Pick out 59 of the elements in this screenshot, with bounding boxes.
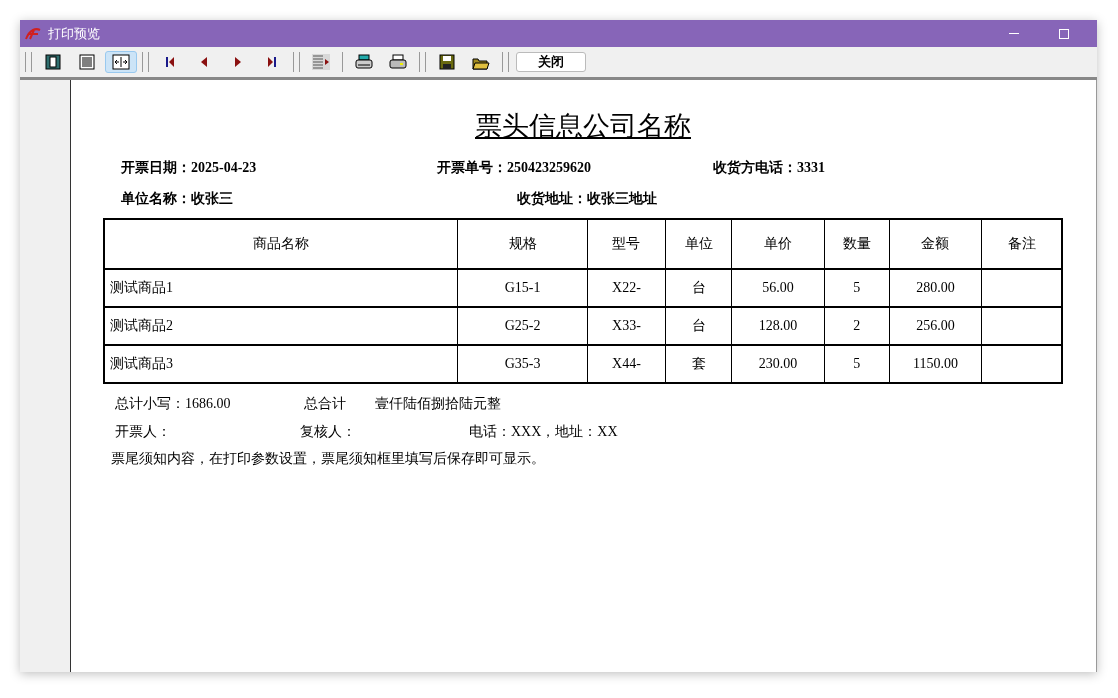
table-cell: 256.00 bbox=[889, 307, 982, 345]
table-cell: X44- bbox=[587, 345, 666, 383]
toolbar-grip[interactable] bbox=[142, 52, 149, 72]
column-header: 金额 bbox=[889, 219, 982, 269]
fit-width-icon bbox=[112, 54, 130, 70]
table-cell: 5 bbox=[824, 269, 890, 307]
header-field: 收货地址：收张三地址 bbox=[517, 189, 1081, 208]
table-cell: 280.00 bbox=[889, 269, 982, 307]
window-title: 打印预览 bbox=[48, 24, 101, 43]
column-header: 单价 bbox=[731, 219, 824, 269]
column-header: 单位 bbox=[665, 219, 732, 269]
column-header: 商品名称 bbox=[104, 219, 458, 269]
table-cell: G15-1 bbox=[457, 269, 588, 307]
page-icon bbox=[45, 54, 61, 70]
footer-text: 总计小写：1686.00 bbox=[115, 395, 232, 413]
app-logo-icon bbox=[24, 26, 42, 41]
table-cell: 5 bbox=[824, 345, 890, 383]
table-cell: G25-2 bbox=[457, 307, 588, 345]
toolbar-grip[interactable] bbox=[293, 52, 300, 72]
table-cell: X22- bbox=[587, 269, 666, 307]
table-cell: 套 bbox=[665, 345, 732, 383]
table-cell: 台 bbox=[665, 269, 732, 307]
footer-text: 电话：XXX，地址：XX bbox=[469, 423, 619, 441]
first-page-icon bbox=[165, 56, 175, 68]
next-icon bbox=[235, 57, 241, 67]
header-field: 开票日期：2025-04-23 bbox=[121, 158, 437, 177]
maximize-icon[interactable] bbox=[1059, 28, 1069, 39]
footer-text: 壹仟陆佰捌拾陆元整 bbox=[375, 395, 502, 413]
table-cell: 56.00 bbox=[731, 269, 824, 307]
table-cell: 128.00 bbox=[731, 307, 824, 345]
table-cell: X33- bbox=[587, 307, 666, 345]
toolbar-grip[interactable] bbox=[25, 52, 32, 72]
table-cell: 2 bbox=[824, 307, 890, 345]
table-cell: 1150.00 bbox=[889, 345, 982, 383]
toolbar-grip[interactable] bbox=[502, 52, 509, 72]
table-cell: G35-3 bbox=[457, 345, 588, 383]
table-cell: 台 bbox=[665, 307, 732, 345]
header-field: 开票单号：250423259620 bbox=[437, 158, 713, 177]
save-icon bbox=[439, 54, 455, 70]
table-cell: 230.00 bbox=[731, 345, 824, 383]
last-page-icon bbox=[267, 56, 277, 68]
footer-text: 总合计 bbox=[304, 395, 347, 413]
table-cell: 测试商品3 bbox=[104, 345, 458, 383]
table-cell: 测试商品1 bbox=[104, 269, 458, 307]
column-header: 数量 bbox=[824, 219, 890, 269]
printer-icon bbox=[355, 54, 373, 70]
minimize-icon[interactable] bbox=[1009, 32, 1019, 35]
column-header: 型号 bbox=[587, 219, 666, 269]
column-header: 规格 bbox=[457, 219, 588, 269]
header-field: 收货方电话：3331 bbox=[713, 158, 1081, 177]
printer-icon bbox=[389, 54, 407, 70]
footer-text: 开票人： bbox=[115, 423, 172, 441]
header-field: 单位名称：收张三 bbox=[121, 189, 517, 208]
previous-icon bbox=[201, 57, 207, 67]
footer-note: 票尾须知内容，在打印参数设置，票尾须知框里填写后保存即可显示。 bbox=[110, 450, 546, 468]
footer-text: 复核人： bbox=[300, 423, 357, 441]
toolbar-grip[interactable] bbox=[419, 52, 426, 72]
table-cell: 测试商品2 bbox=[104, 307, 458, 345]
close-button[interactable]: 关闭 bbox=[516, 52, 586, 72]
